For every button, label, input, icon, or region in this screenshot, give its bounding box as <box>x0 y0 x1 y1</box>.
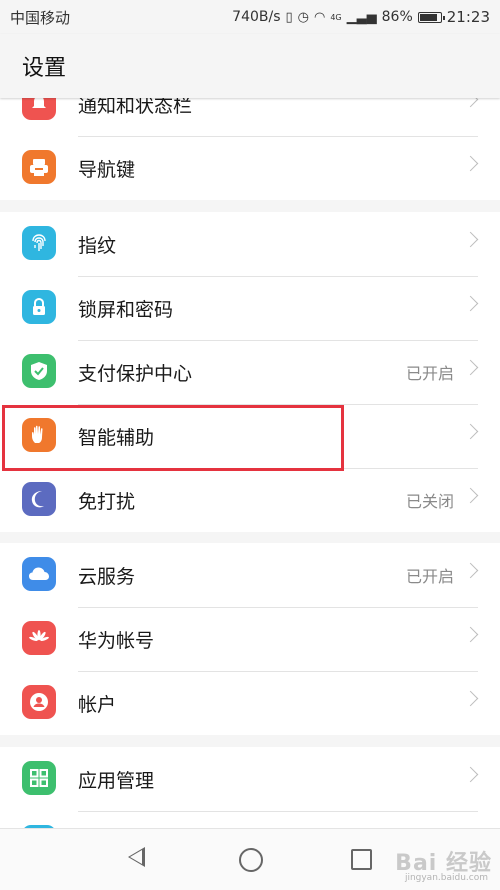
chevron-right-icon <box>462 155 479 172</box>
item-label: 通知和状态栏 <box>78 98 193 117</box>
chevron-right-icon <box>462 423 479 440</box>
settings-group: 云服务 已开启 华为帐号 帐户 <box>0 543 500 735</box>
settings-item-huawei-account[interactable]: 华为帐号 <box>0 607 500 671</box>
settings-group: 指纹 锁屏和密码 支付保护中心 已开启 智能辅助 免打扰 已关闭 <box>0 212 500 532</box>
carrier-label: 中国移动 <box>10 8 71 27</box>
settings-group: 应用管理 <box>0 747 500 828</box>
chevron-right-icon <box>462 231 479 248</box>
chevron-right-icon <box>462 359 479 376</box>
home-circle-icon[interactable] <box>239 848 263 872</box>
alarm-icon: ◷ <box>297 9 309 25</box>
chevron-right-icon <box>462 562 479 579</box>
item-status: 已开启 <box>405 567 454 586</box>
item-status: 已关闭 <box>405 492 454 511</box>
settings-item-do-not-disturb[interactable]: 免打扰 已关闭 <box>0 468 500 532</box>
settings-group: 通知和状态栏 导航键 <box>0 98 500 200</box>
item-label: 导航键 <box>78 158 136 181</box>
chevron-right-icon <box>462 295 479 312</box>
item-label: 指纹 <box>78 234 117 257</box>
settings-item-app-management[interactable]: 应用管理 <box>0 747 500 811</box>
battery-percent: 86% <box>381 9 413 25</box>
settings-item-lock-screen[interactable]: 锁屏和密码 <box>0 276 500 340</box>
settings-item-cloud[interactable]: 云服务 已开启 <box>0 543 500 607</box>
navigation-key-icon <box>22 150 56 184</box>
settings-item-notifications[interactable]: 通知和状态栏 <box>0 98 500 136</box>
chevron-right-icon <box>462 98 479 108</box>
recent-apps-square-icon[interactable] <box>351 849 372 870</box>
chevron-right-icon <box>462 626 479 643</box>
lock-icon <box>22 290 56 324</box>
settings-item-partial[interactable] <box>0 811 500 828</box>
status-bar: 中国移动 740B/s ▯ ◷ ◠ 4G ▁▃▅ 86% 21:23 <box>0 0 500 34</box>
account-icon <box>22 685 56 719</box>
item-label: 锁屏和密码 <box>78 298 174 321</box>
cloud-icon <box>22 557 56 591</box>
wifi-icon: ◠ <box>314 9 326 25</box>
item-label: 免打扰 <box>78 490 136 513</box>
signal-icon: ▁▃▅ <box>346 9 377 25</box>
settings-item-navigation-key[interactable]: 导航键 <box>0 136 500 200</box>
moon-icon <box>22 482 56 516</box>
clock: 21:23 <box>446 8 490 26</box>
settings-item-accounts[interactable]: 帐户 <box>0 671 500 735</box>
chevron-right-icon <box>462 766 479 783</box>
notification-icon <box>22 98 56 120</box>
back-triangle-icon[interactable] <box>128 847 145 867</box>
highlight-box <box>2 405 344 471</box>
settings-item-payment-protection[interactable]: 支付保护中心 已开启 <box>0 340 500 404</box>
item-label: 支付保护中心 <box>78 362 193 385</box>
fingerprint-icon <box>22 226 56 260</box>
apps-grid-icon <box>22 761 56 795</box>
settings-item-fingerprint[interactable]: 指纹 <box>0 212 500 276</box>
item-label: 应用管理 <box>78 769 155 792</box>
chevron-right-icon <box>462 690 479 707</box>
network-speed: 740B/s <box>232 9 281 25</box>
item-label: 云服务 <box>78 565 136 588</box>
page-title-bar: 设置 <box>0 34 500 98</box>
item-label: 华为帐号 <box>78 629 155 652</box>
shield-check-icon <box>22 354 56 388</box>
watermark-url: jingyan.baidu.com <box>404 873 488 883</box>
item-status: 已开启 <box>405 364 454 383</box>
battery-icon <box>417 11 445 23</box>
network-type: 4G <box>330 12 342 22</box>
chevron-right-icon <box>462 487 479 504</box>
item-label: 帐户 <box>78 693 117 716</box>
huawei-logo-icon <box>22 621 56 655</box>
status-icons: 740B/s ▯ ◷ ◠ 4G ▁▃▅ 86% 21:23 <box>232 8 490 26</box>
page-title: 设置 <box>22 56 67 81</box>
vibrate-icon: ▯ <box>285 9 293 25</box>
